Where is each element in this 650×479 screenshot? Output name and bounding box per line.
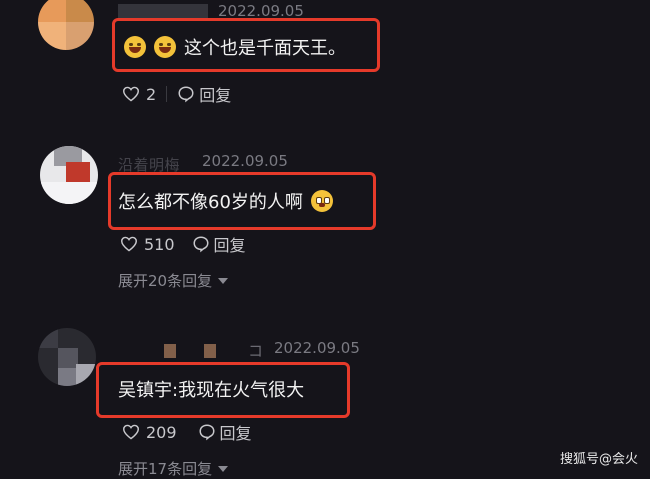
reply-button[interactable]: 回复 — [214, 232, 246, 256]
expand-replies-label: 展开17条回复 — [118, 460, 213, 478]
avatar[interactable] — [40, 146, 98, 204]
username-blurred[interactable] — [164, 344, 176, 358]
divider — [183, 236, 184, 252]
comment-text: 这个也是千面天王。 — [124, 34, 346, 60]
pleading-emoji-icon — [310, 190, 333, 212]
reply-icon[interactable] — [192, 235, 210, 253]
avatar-pixel — [38, 22, 66, 50]
caret-down-icon — [218, 465, 229, 472]
username-blurred[interactable] — [118, 4, 208, 18]
comment-text: 怎么都不像60岁的人啊 — [118, 188, 341, 214]
avatar-pixel — [38, 0, 66, 22]
reply-button[interactable]: 回复 — [220, 420, 252, 444]
heart-icon[interactable] — [122, 86, 140, 102]
like-count: 2 — [146, 84, 157, 104]
avatar-pixel — [58, 368, 76, 386]
expand-replies-label: 展开20条回复 — [118, 272, 213, 290]
caret-down-icon — [218, 277, 229, 284]
avatar-pixel — [66, 0, 94, 22]
comment-date: 2022.09.05 — [202, 152, 288, 170]
comment-actions: 209 回复 — [122, 420, 252, 444]
comment-body: 怎么都不像60岁的人啊 — [118, 192, 303, 213]
comment-actions: 510 回复 — [120, 232, 246, 256]
like-count: 510 — [144, 234, 175, 254]
reply-icon[interactable] — [177, 85, 195, 103]
username-blurred[interactable] — [204, 344, 216, 358]
avatar-pixel — [76, 364, 96, 386]
avatar-pixel — [38, 328, 58, 348]
divider — [187, 424, 188, 440]
comment-body: 吴镇宇:我现在火气很大 — [118, 380, 305, 401]
avatar-pixel — [66, 162, 90, 182]
avatar-pixel — [66, 22, 94, 50]
comment-actions: 2 回复 — [122, 82, 231, 106]
username-tail: コ — [248, 342, 264, 360]
reply-icon[interactable] — [198, 423, 216, 441]
heart-icon[interactable] — [122, 424, 140, 440]
comment-date: 2022.09.05 — [274, 339, 360, 357]
laughing-emoji-icon — [154, 36, 176, 58]
laughing-emoji-icon — [124, 36, 146, 58]
reply-button[interactable]: 回复 — [199, 82, 231, 106]
comment-body: 这个也是千面天王。 — [184, 38, 346, 59]
comment-text: 吴镇宇:我现在火气很大 — [118, 376, 304, 402]
comment-list-screen: 2022.09.05 这个也是千面天王。 2 回复 沿着明梅 2022.09.0… — [0, 0, 650, 479]
expand-replies-button[interactable]: 展开17条回复 — [118, 458, 229, 479]
expand-replies-button[interactable]: 展开20条回复 — [118, 270, 229, 291]
like-count: 209 — [146, 422, 177, 442]
heart-icon[interactable] — [120, 236, 138, 252]
divider — [166, 86, 168, 102]
avatar-pixel — [40, 182, 98, 204]
avatar-pixel — [58, 348, 78, 368]
avatar[interactable] — [38, 328, 96, 386]
watermark: 搜狐号@会火 — [559, 452, 638, 467]
avatar[interactable] — [38, 0, 94, 50]
